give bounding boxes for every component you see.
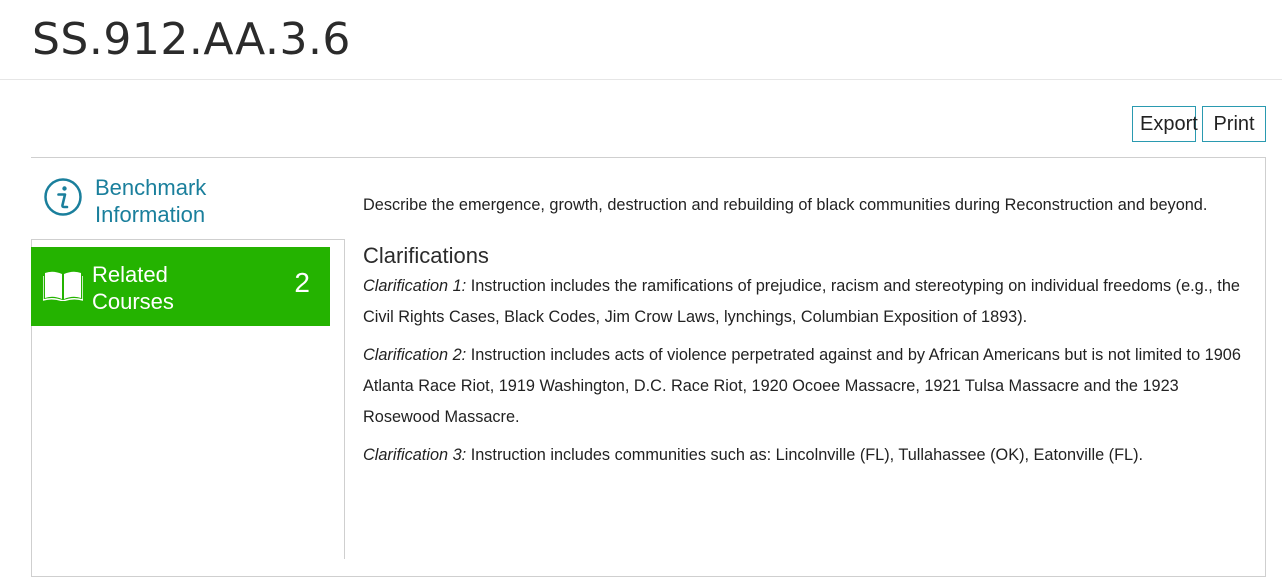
tab-benchmark-label-line1: Benchmark [95, 175, 207, 200]
benchmark-description: Describe the emergence, growth, destruct… [363, 196, 1208, 214]
clarifications-heading: Clarifications [363, 243, 489, 268]
clarification-item: Clarification 1: Instruction includes th… [363, 271, 1243, 333]
clarification-item: Clarification 3: Instruction includes co… [363, 440, 1243, 471]
clarification-text: Instruction includes the ramifications o… [363, 277, 1240, 326]
export-button[interactable]: Export [1132, 106, 1198, 142]
clarification-label: Clarification 3: [363, 446, 467, 464]
content-divider [344, 239, 345, 559]
title-divider [0, 79, 1282, 80]
info-circle-icon [43, 177, 83, 217]
tab-courses-label: Related Courses [92, 261, 252, 315]
clarification-item: Clarification 2: Instruction includes ac… [363, 340, 1243, 433]
open-book-icon [42, 269, 84, 302]
benchmark-content: Describe the emergence, growth, destruct… [363, 190, 1243, 471]
print-button[interactable]: Print [1202, 106, 1266, 142]
related-courses-count: 2 [294, 267, 310, 298]
page-title: SS.912.AA.3.6 [32, 14, 351, 65]
clarification-label: Clarification 1: [363, 277, 467, 295]
tab-benchmark-information[interactable]: Benchmark Information [31, 158, 345, 240]
clarification-label: Clarification 2: [363, 346, 467, 364]
tab-benchmark-label-line2: Information [95, 202, 206, 227]
clarification-text: Instruction includes acts of violence pe… [363, 346, 1241, 426]
tab-courses-label-line2: Courses [92, 289, 174, 314]
clarification-text: Instruction includes communities such as… [466, 446, 1144, 464]
tab-related-courses[interactable]: Related Courses 2 [31, 247, 330, 326]
tab-courses-label-line1: Related [92, 262, 168, 287]
tab-benchmark-label: Benchmark Information [95, 174, 295, 228]
